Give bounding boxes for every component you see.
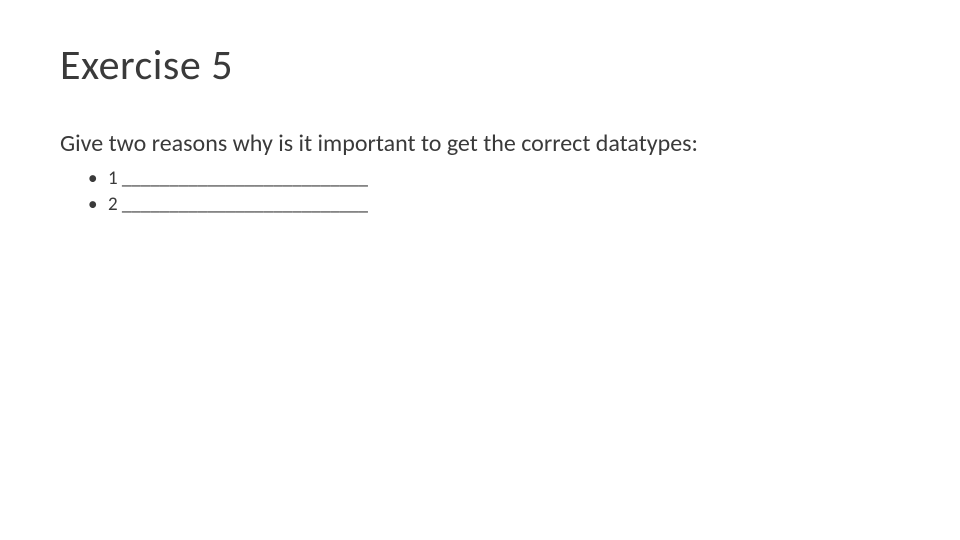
list-item: 2 __________________________ <box>108 192 900 218</box>
slide-title: Exercise 5 <box>60 40 900 91</box>
answer-list: 1 __________________________ 2 _________… <box>60 166 900 217</box>
list-item: 1 __________________________ <box>108 166 900 192</box>
exercise-prompt: Give two reasons why is it important to … <box>60 129 900 158</box>
